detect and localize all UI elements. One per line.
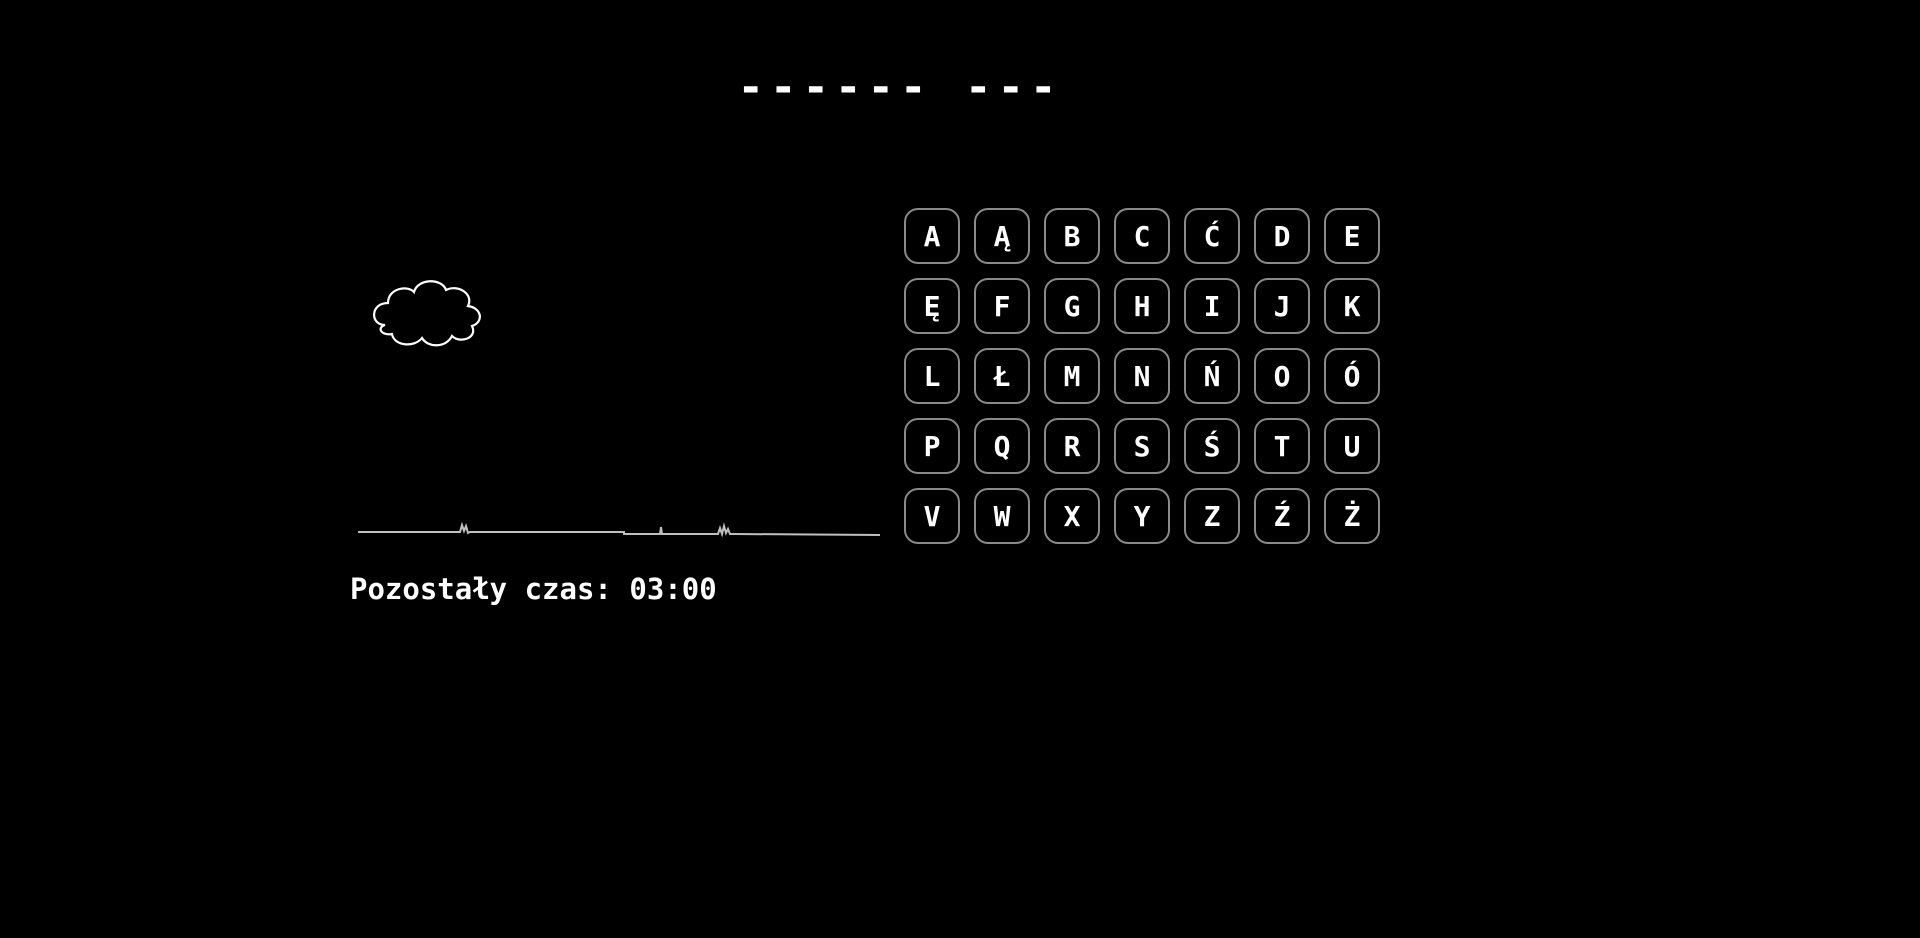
letter-key[interactable]: Ż: [1324, 488, 1380, 544]
letter-key[interactable]: O: [1254, 348, 1310, 404]
letter-key[interactable]: W: [974, 488, 1030, 544]
letter-key[interactable]: N: [1114, 348, 1170, 404]
timer-value: 03:00: [629, 572, 717, 606]
word-mask: ------ ---: [737, 62, 1063, 113]
letter-key[interactable]: B: [1044, 208, 1100, 264]
letter-key[interactable]: Z: [1184, 488, 1240, 544]
letter-key[interactable]: Ń: [1184, 348, 1240, 404]
letter-key[interactable]: X: [1044, 488, 1100, 544]
letter-key[interactable]: Q: [974, 418, 1030, 474]
letter-key[interactable]: V: [904, 488, 960, 544]
letter-key[interactable]: L: [904, 348, 960, 404]
timer: Pozostały czas: 03:00: [350, 572, 717, 606]
letter-key[interactable]: Ą: [974, 208, 1030, 264]
hangman-drawing: [358, 280, 887, 538]
letter-key[interactable]: Ź: [1254, 488, 1310, 544]
hangman-scene: [350, 270, 887, 550]
letter-key[interactable]: E: [1324, 208, 1380, 264]
letter-key[interactable]: J: [1254, 278, 1310, 334]
game-screen: ------ --- Pozostały czas: 03:00 AĄBCĆDE…: [0, 0, 1920, 938]
letter-keyboard: AĄBCĆDE ĘFGHIJK LŁMNŃOÓ PQRSŚTU VWXYZŹŻ: [904, 208, 1380, 544]
letter-key[interactable]: Ć: [1184, 208, 1240, 264]
letter-key[interactable]: Ś: [1184, 418, 1240, 474]
cloud-icon: [373, 280, 481, 347]
letter-key[interactable]: C: [1114, 208, 1170, 264]
letter-key[interactable]: K: [1324, 278, 1380, 334]
letter-key[interactable]: D: [1254, 208, 1310, 264]
letter-key[interactable]: U: [1324, 418, 1380, 474]
timer-label: Pozostały czas:: [350, 572, 612, 606]
letter-key[interactable]: Ł: [974, 348, 1030, 404]
letter-key[interactable]: G: [1044, 278, 1100, 334]
letter-key[interactable]: P: [904, 418, 960, 474]
letter-key[interactable]: T: [1254, 418, 1310, 474]
letter-key[interactable]: Y: [1114, 488, 1170, 544]
letter-key[interactable]: I: [1184, 278, 1240, 334]
letter-key[interactable]: Ę: [904, 278, 960, 334]
letter-key[interactable]: H: [1114, 278, 1170, 334]
letter-key[interactable]: F: [974, 278, 1030, 334]
letter-key[interactable]: R: [1044, 418, 1100, 474]
letter-key[interactable]: A: [904, 208, 960, 264]
letter-key[interactable]: Ó: [1324, 348, 1380, 404]
letter-key[interactable]: M: [1044, 348, 1100, 404]
ground-line: [358, 521, 887, 538]
letter-key[interactable]: S: [1114, 418, 1170, 474]
